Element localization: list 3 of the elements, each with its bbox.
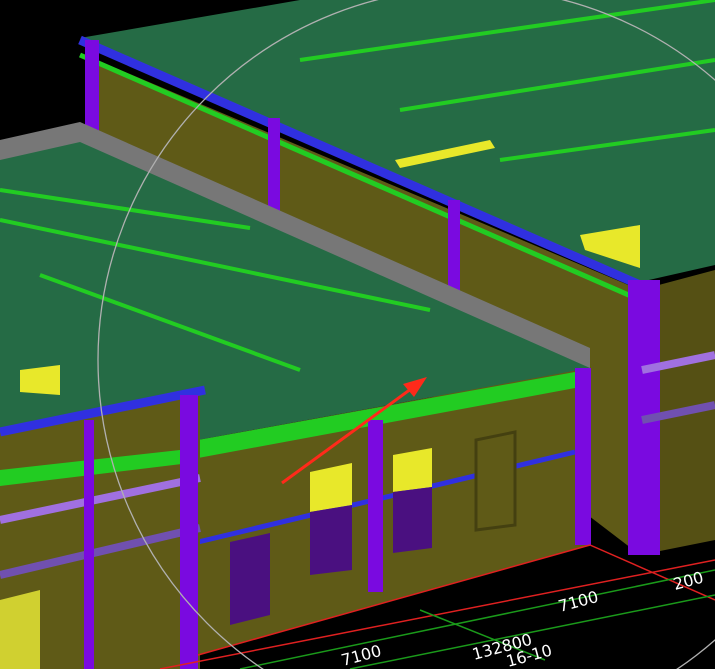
dimension-label: 7100 — [556, 586, 600, 616]
dimension-label: 200 — [671, 568, 706, 594]
dimension-label: 7100 — [339, 640, 384, 669]
